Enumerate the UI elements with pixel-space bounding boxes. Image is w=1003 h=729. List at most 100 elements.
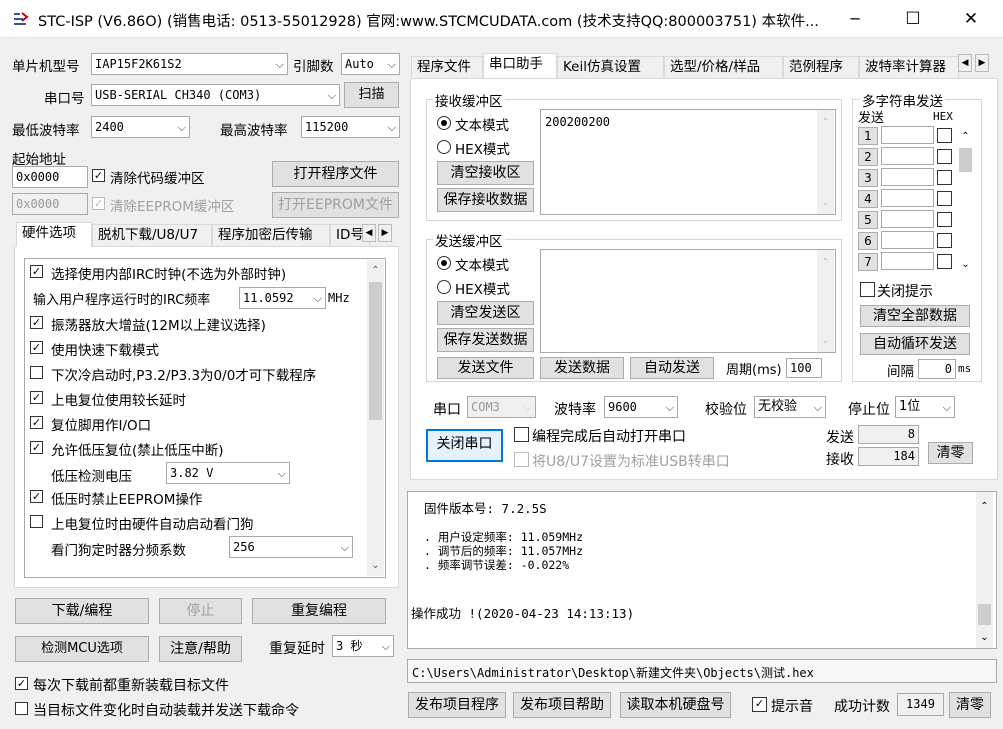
multi-string-input[interactable] [881, 189, 934, 207]
scroll-thumb[interactable] [369, 282, 382, 420]
baud-select[interactable]: 9600 ⌵ [604, 396, 678, 418]
send-text-mode-radio[interactable] [437, 256, 451, 270]
multi-string-input[interactable] [881, 252, 934, 270]
auto-send-checkbox[interactable] [15, 702, 28, 715]
multi-string-input[interactable] [881, 126, 934, 144]
pin-count-select[interactable]: Auto ⌵ [341, 53, 400, 75]
save-receive-button[interactable]: 保存接收数据 [437, 188, 534, 212]
scroll-up-icon[interactable]: ⌃ [367, 262, 384, 279]
send-data-button[interactable]: 发送数据 [540, 357, 624, 379]
tab-scroll-right-icon[interactable]: ▶ [378, 224, 392, 242]
receive-scrollbar[interactable]: ⌃ ⌄ [817, 110, 834, 214]
multi-string-scrollbar[interactable]: ⌃ ⌄ [957, 126, 974, 274]
multi-send-button[interactable]: 1 [858, 127, 878, 145]
mcu-type-select[interactable]: IAP15F2K61S2 ⌵ [91, 53, 288, 75]
multi-send-button[interactable]: 3 [858, 169, 878, 187]
tab-encrypted-transfer[interactable]: 程序加密后传输 [212, 224, 330, 246]
recv-text-mode-radio[interactable] [437, 116, 451, 130]
close-port-button[interactable]: 关闭串口 [426, 429, 503, 462]
irc-frequency-select[interactable]: 11.0592 ⌵ [239, 287, 326, 309]
multi-send-button[interactable]: 6 [858, 232, 878, 250]
multi-hex-checkbox[interactable] [937, 170, 952, 185]
repeat-delay-select[interactable]: 3 秒 ⌵ [332, 635, 394, 657]
options-scrollbar[interactable]: ⌃ ⌄ [367, 260, 384, 576]
multi-hex-checkbox[interactable] [937, 254, 952, 269]
tab-examples[interactable]: 范例程序 [783, 56, 859, 78]
send-hex-mode-radio[interactable] [437, 280, 451, 294]
save-send-button[interactable]: 保存发送数据 [437, 328, 534, 352]
parity-select[interactable]: 无校验 ⌵ [754, 396, 826, 418]
tab-hardware-options[interactable]: 硬件选项 [16, 222, 92, 247]
log-scrollbar[interactable]: ⌃ ⌄ [976, 492, 993, 648]
tab-keil-settings[interactable]: Keil仿真设置 [557, 56, 664, 78]
multi-string-input[interactable] [881, 147, 934, 165]
scan-button[interactable]: 扫描 [344, 82, 399, 108]
auto-loop-send-button[interactable]: 自动循环发送 [860, 333, 970, 355]
multi-hex-checkbox[interactable] [937, 128, 952, 143]
multi-send-button[interactable]: 2 [858, 148, 878, 166]
read-disk-id-button[interactable]: 读取本机硬盘号 [620, 692, 731, 718]
multi-hex-checkbox[interactable] [937, 212, 952, 227]
scroll-up-icon[interactable]: ⌃ [817, 254, 834, 271]
recv-hex-mode-radio[interactable] [437, 140, 451, 154]
send-scrollbar[interactable]: ⌃ ⌄ [817, 250, 834, 352]
open-program-file-button[interactable]: 打开程序文件 [272, 161, 399, 187]
receive-textarea[interactable]: 200200200 ⌃ ⌄ [540, 109, 836, 215]
scroll-up-icon[interactable]: ⌃ [976, 498, 993, 515]
clear-receive-button[interactable]: 清空接收区 [437, 161, 534, 185]
scroll-down-icon[interactable]: ⌄ [976, 629, 993, 646]
scroll-down-icon[interactable]: ⌄ [817, 332, 834, 349]
option-checkbox[interactable]: ✓ [30, 341, 43, 354]
stop-bits-select[interactable]: 1位 ⌵ [895, 396, 955, 418]
detect-mcu-button[interactable]: 检测MCU选项 [15, 636, 149, 662]
scroll-down-icon[interactable]: ⌄ [957, 256, 974, 273]
send-file-button[interactable]: 发送文件 [437, 357, 534, 379]
option-checkbox[interactable] [30, 515, 43, 528]
tab-scroll-left-icon[interactable]: ◀ [362, 224, 376, 242]
scroll-down-icon[interactable]: ⌄ [817, 194, 834, 211]
max-baud-select[interactable]: 115200 ⌵ [301, 116, 400, 138]
tab-scroll-left-icon[interactable]: ◀ [958, 54, 972, 72]
publish-program-button[interactable]: 发布项目程序 [408, 692, 506, 718]
scroll-up-icon[interactable]: ⌃ [957, 128, 974, 145]
auto-send-button[interactable]: 自动发送 [630, 357, 714, 379]
tab-baud-calculator[interactable]: 波特率计算器 [859, 56, 959, 78]
download-program-button[interactable]: 下载/编程 [15, 598, 149, 624]
clear-all-data-button[interactable]: 清空全部数据 [860, 305, 970, 327]
option-checkbox[interactable]: ✓ [30, 316, 43, 329]
publish-help-button[interactable]: 发布项目帮助 [513, 692, 611, 718]
reload-before-download-checkbox[interactable]: ✓ [15, 677, 28, 690]
watchdog-prescaler-select[interactable]: 256 ⌵ [229, 536, 353, 558]
clear-code-checkbox[interactable]: ✓ [92, 169, 105, 182]
auto-open-port-checkbox[interactable] [514, 427, 529, 442]
tab-scroll-right-icon[interactable]: ▶ [975, 54, 989, 72]
low-voltage-select[interactable]: 3.82 V ⌵ [166, 462, 290, 484]
multi-string-input[interactable] [881, 168, 934, 186]
scroll-down-icon[interactable]: ⌄ [367, 557, 384, 574]
option-checkbox[interactable]: ✓ [30, 490, 43, 503]
multi-send-button[interactable]: 5 [858, 211, 878, 229]
scroll-thumb[interactable] [978, 604, 991, 625]
repeat-program-button[interactable]: 重复编程 [252, 598, 386, 624]
clear-send-button[interactable]: 清空发送区 [437, 301, 534, 325]
tab-serial-assistant[interactable]: 串口助手 [483, 53, 557, 78]
clear-counter-button[interactable]: 清零 [928, 442, 973, 464]
option-checkbox[interactable] [30, 366, 43, 379]
min-baud-select[interactable]: 2400 ⌵ [91, 116, 190, 138]
option-checkbox[interactable]: ✓ [30, 416, 43, 429]
help-button[interactable]: 注意/帮助 [159, 636, 242, 662]
multi-string-input[interactable] [881, 210, 934, 228]
beep-checkbox[interactable]: ✓ [752, 697, 767, 712]
send-textarea[interactable]: ⌃ ⌄ [540, 249, 836, 353]
clear-success-count-button[interactable]: 清零 [949, 692, 991, 718]
multi-send-button[interactable]: 7 [858, 253, 878, 271]
close-button[interactable]: ✕ [942, 0, 1000, 38]
multi-hex-checkbox[interactable] [937, 233, 952, 248]
period-input[interactable]: 100 [786, 358, 822, 378]
interval-input[interactable]: 0 [918, 359, 956, 379]
multi-string-input[interactable] [881, 231, 934, 249]
tab-selection-price[interactable]: 选型/价格/样品 [664, 56, 783, 78]
minimize-button[interactable]: ─ [826, 0, 884, 38]
port-select[interactable]: USB-SERIAL CH340 (COM3) ⌵ [91, 84, 340, 106]
multi-send-button[interactable]: 4 [858, 190, 878, 208]
